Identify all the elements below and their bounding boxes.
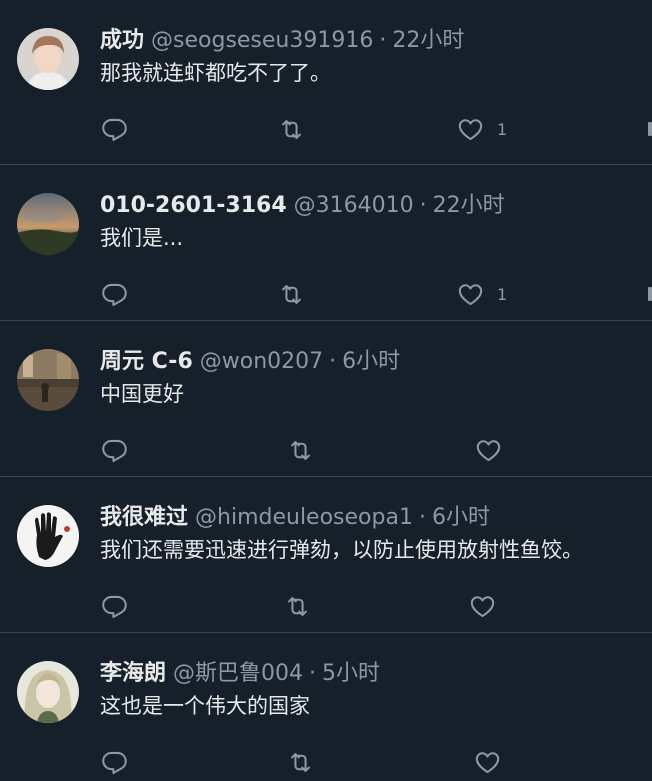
display-name[interactable]: 周元 C-6 xyxy=(100,347,193,377)
timestamp[interactable]: 22小时 xyxy=(433,191,505,221)
like-count: 1 xyxy=(497,284,508,304)
tweet-text: 那我就连虾都吃不了了。 xyxy=(100,61,331,85)
separator-dot: · xyxy=(379,28,387,53)
timestamp[interactable]: 22小时 xyxy=(392,26,464,56)
retweet-button[interactable] xyxy=(284,587,311,625)
tweet-text: 我们是... xyxy=(100,226,184,250)
timestamp[interactable]: 5小时 xyxy=(322,659,380,689)
reply-button[interactable] xyxy=(101,743,128,781)
anime-character-image xyxy=(17,661,79,723)
like-button[interactable] xyxy=(475,431,502,469)
retweet-icon xyxy=(291,752,310,772)
retweet-icon xyxy=(291,440,310,460)
reply-icon xyxy=(102,751,127,774)
tweet-header: 010-2601-3164 @3164010 · 22小时 xyxy=(100,191,652,221)
action-bar: 1 xyxy=(100,275,652,313)
tweet-header: 周元 C-6 @won0207 · 6小时 xyxy=(100,347,652,377)
timestamp[interactable]: 6小时 xyxy=(432,503,490,533)
action-bar xyxy=(100,587,652,625)
reply-button[interactable] xyxy=(101,431,128,469)
user-handle[interactable]: @won0207 xyxy=(200,347,323,377)
timestamp[interactable]: 6小时 xyxy=(342,347,400,377)
action-bar xyxy=(100,431,652,469)
avatar[interactable] xyxy=(17,505,79,567)
action-bar xyxy=(100,743,652,781)
separator-dot: · xyxy=(309,661,317,686)
share-icon-partial[interactable] xyxy=(648,122,652,136)
like-button[interactable] xyxy=(474,743,501,781)
like-button[interactable] xyxy=(469,587,496,625)
reply-icon xyxy=(102,595,127,618)
action-bar: 1 xyxy=(100,110,652,148)
tweet-feed: 成功 @seogseseu391916 · 22小时 那我就连虾都吃不了了。 1 xyxy=(0,0,652,774)
reply-icon xyxy=(102,439,127,462)
sunset-landscape-image xyxy=(17,193,79,255)
share-icon-partial[interactable] xyxy=(648,287,652,301)
tweet-header: 我很难过 @himdeuleoseopa1 · 6小时 xyxy=(100,503,652,533)
avatar[interactable] xyxy=(17,661,79,723)
like-button[interactable]: 1 xyxy=(457,110,507,148)
reply-button[interactable] xyxy=(101,587,128,625)
avatar[interactable] xyxy=(17,193,79,255)
like-icon xyxy=(475,751,500,773)
tweet-item[interactable]: 成功 @seogseseu391916 · 22小时 那我就连虾都吃不了了。 1 xyxy=(0,0,652,165)
user-handle[interactable]: @3164010 xyxy=(294,191,414,221)
retweet-button[interactable] xyxy=(287,431,314,469)
tweet-text: 这也是一个伟大的国家 xyxy=(100,694,310,718)
like-icon xyxy=(470,595,495,617)
person-portrait-image xyxy=(17,28,79,90)
display-name[interactable]: 我很难过 xyxy=(100,503,188,533)
tweet-item[interactable]: 010-2601-3164 @3164010 · 22小时 我们是... 1 xyxy=(0,165,652,321)
tweet-item[interactable]: 周元 C-6 @won0207 · 6小时 中国更好 xyxy=(0,321,652,477)
retweet-icon xyxy=(282,119,301,139)
reply-icon xyxy=(102,283,127,306)
tweet-item[interactable]: 我很难过 @himdeuleoseopa1 · 6小时 我们还需要迅速进行弹劾，… xyxy=(0,477,652,633)
retweet-button[interactable] xyxy=(287,743,314,781)
retweet-button[interactable] xyxy=(278,110,305,148)
like-icon xyxy=(458,283,483,305)
handprint-art-image xyxy=(17,505,79,567)
avatar[interactable] xyxy=(17,28,79,90)
like-icon xyxy=(476,439,501,461)
user-handle[interactable]: @seogseseu391916 xyxy=(151,26,373,56)
street-scene-image xyxy=(17,349,79,411)
avatar[interactable] xyxy=(17,349,79,411)
retweet-icon xyxy=(288,596,307,616)
like-icon xyxy=(458,118,483,140)
separator-dot: · xyxy=(419,193,427,218)
display-name[interactable]: 李海朗 xyxy=(100,659,166,689)
tweet-text: 我们还需要迅速进行弹劾，以防止使用放射性鱼饺。 xyxy=(100,538,583,562)
reply-button[interactable] xyxy=(101,110,128,148)
tweet-item[interactable]: 李海朗 @斯巴鲁004 · 5小时 这也是一个伟大的国家 xyxy=(0,633,652,774)
tweet-text: 中国更好 xyxy=(100,382,184,406)
separator-dot: · xyxy=(418,505,426,530)
like-button[interactable]: 1 xyxy=(457,275,507,313)
user-handle[interactable]: @斯巴鲁004 xyxy=(173,659,303,689)
user-handle[interactable]: @himdeuleoseopa1 xyxy=(195,503,413,533)
retweet-icon xyxy=(282,284,301,304)
tweet-header: 李海朗 @斯巴鲁004 · 5小时 xyxy=(100,659,652,689)
reply-icon xyxy=(102,118,127,141)
separator-dot: · xyxy=(329,349,337,374)
tweet-header: 成功 @seogseseu391916 · 22小时 xyxy=(100,26,652,56)
reply-button[interactable] xyxy=(101,275,128,313)
display-name[interactable]: 010-2601-3164 xyxy=(100,191,287,221)
retweet-button[interactable] xyxy=(278,275,305,313)
like-count: 1 xyxy=(497,119,508,139)
display-name[interactable]: 成功 xyxy=(100,26,144,56)
